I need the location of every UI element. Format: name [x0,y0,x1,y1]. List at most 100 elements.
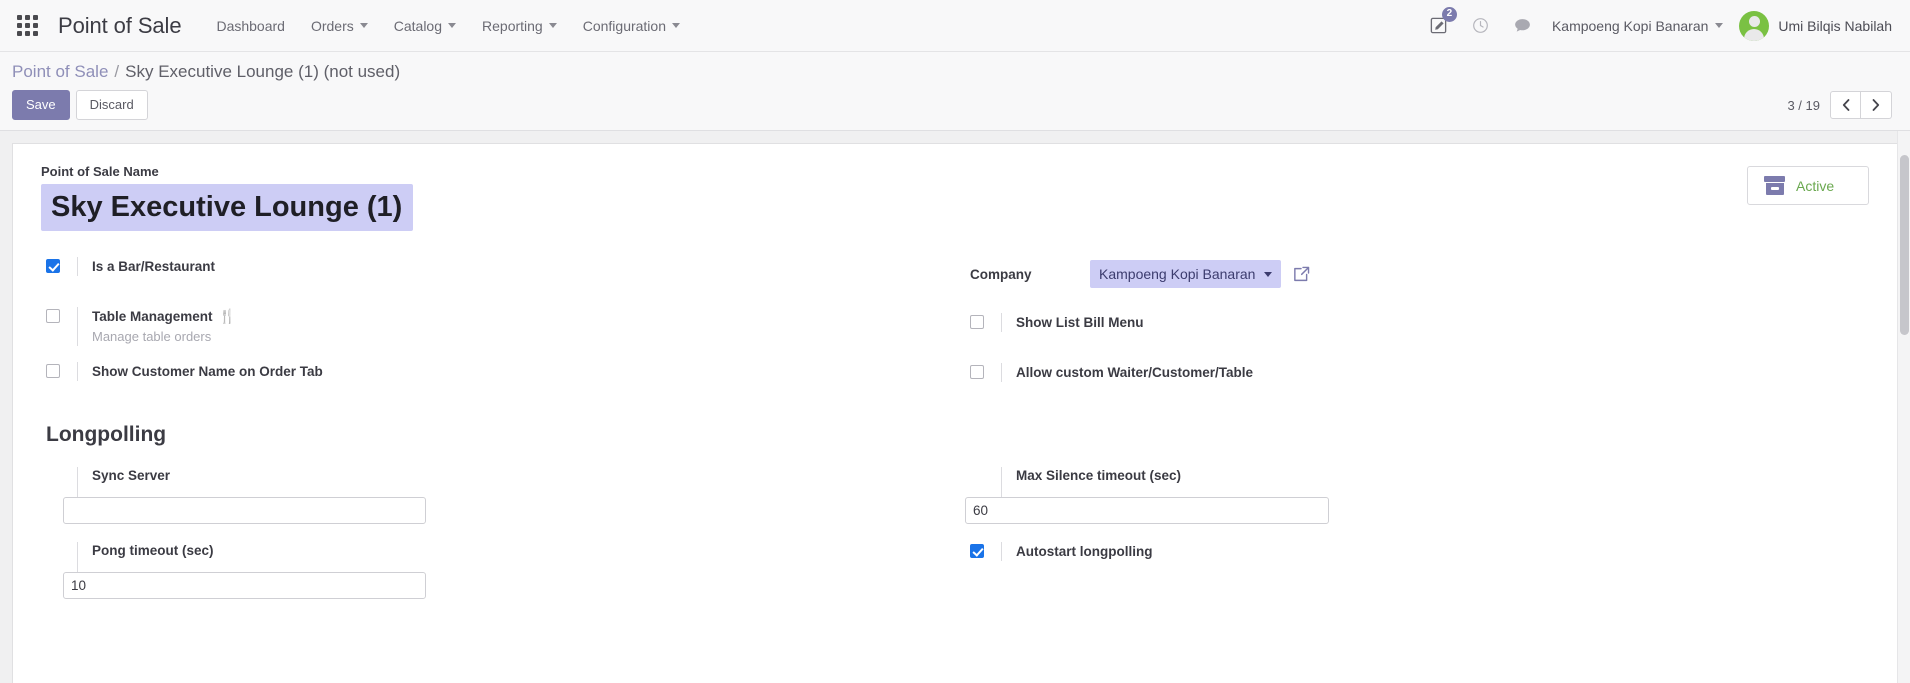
chat-bubble-icon [1515,18,1531,32]
activities-button[interactable]: 2 [1426,6,1457,39]
field-max-silence-timeout: Max Silence timeout (sec) [965,467,1869,524]
label-cell: Table Management 🍴 Manage table orders [77,307,915,346]
menu-item-label: Dashboard [216,17,285,34]
table-management-label: Table Management [92,309,213,324]
checkbox-cell [41,362,77,378]
label-cell: Show List Bill Menu [1001,313,1869,332]
menu-item-orders[interactable]: Orders [298,12,381,40]
save-button[interactable]: Save [12,90,70,120]
show-list-bill-menu-label: Show List Bill Menu [1016,315,1144,330]
company-dropdown[interactable]: Kampoeng Kopi Banaran [1090,260,1282,288]
menu-item-label: Reporting [482,17,543,34]
cutlery-icon: 🍴 [218,308,236,324]
table-management-label-row: Table Management 🍴 [92,307,915,326]
breadcrumb-separator: / [114,62,120,81]
checkbox-cell [965,363,1001,379]
field-pong-timeout: Pong timeout (sec) [41,542,915,599]
field-allow-custom-waiter: Allow custom Waiter/Customer/Table [965,363,1869,397]
messaging-button[interactable] [1510,13,1536,39]
pager-buttons [1830,91,1892,119]
app-brand-title[interactable]: Point of Sale [58,13,182,39]
pong-timeout-input[interactable] [63,572,426,599]
menu-item-label: Orders [310,17,354,34]
main-menu: Dashboard Orders Catalog Reporting Confi… [203,12,693,40]
label-cell: Sync Server [77,467,915,497]
form-content-area: Active Point of Sale Name Is a Bar/Resta… [0,131,1910,683]
label-cell: Is a Bar/Restaurant [77,257,915,276]
max-silence-timeout-label: Max Silence timeout (sec) [1016,468,1182,483]
label-cell: Show Customer Name on Order Tab [77,362,915,381]
show-customer-name-label: Show Customer Name on Order Tab [92,364,323,379]
is-bar-restaurant-label: Is a Bar/Restaurant [92,259,216,274]
menu-item-dashboard[interactable]: Dashboard [203,12,298,40]
allow-custom-waiter-checkbox[interactable] [970,365,984,379]
active-stat-label: Active [1796,177,1835,194]
record-pager: 3 / 19 [1787,91,1892,119]
menu-item-label: Catalog [393,17,443,34]
menu-item-label: Configuration [582,17,666,34]
checkbox-cell [965,542,1001,558]
pager-previous-button[interactable] [1830,91,1861,119]
breadcrumb: Point of Sale / Sky Executive Lounge (1)… [12,62,1892,82]
longpolling-section-heading: Longpolling [46,423,167,446]
user-menu-label: Umi Bilqis Nabilah [1778,17,1892,34]
autostart-longpolling-checkbox[interactable] [970,544,984,558]
is-bar-restaurant-checkbox[interactable] [46,259,60,273]
field-company: Company Kampoeng Kopi Banaran [965,257,1869,291]
chevron-down-icon [1264,271,1273,277]
table-management-help: Manage table orders [92,329,212,344]
checkbox-cell [41,307,77,323]
chevron-down-icon [548,23,557,28]
label-cell: Pong timeout (sec) [77,542,915,572]
company-value: Kampoeng Kopi Banaran [1099,266,1256,282]
top-navbar: Point of Sale Dashboard Orders Catalog R… [0,0,1910,52]
autostart-longpolling-label: Autostart longpolling [1016,544,1153,559]
form-columns: Is a Bar/Restaurant Table Management 🍴 M… [41,257,1869,413]
active-stat-button[interactable]: Active [1747,166,1869,205]
menu-item-configuration[interactable]: Configuration [570,12,693,40]
point-of-sale-name-input[interactable] [41,184,413,231]
user-menu[interactable]: Umi Bilqis Nabilah [1739,10,1892,41]
sync-server-input[interactable] [63,497,426,524]
field-show-list-bill-menu: Show List Bill Menu [965,313,1869,347]
chevron-down-icon [1715,23,1724,28]
chevron-down-icon [359,23,368,28]
label-cell: Max Silence timeout (sec) [1001,467,1869,497]
breadcrumb-root-link[interactable]: Point of Sale [12,62,108,82]
checkbox-cell [41,257,77,273]
show-list-bill-menu-checkbox[interactable] [970,315,984,329]
scrollbar-thumb[interactable] [1900,155,1909,335]
company-external-link-button[interactable] [1292,265,1311,284]
clock-button[interactable] [1468,13,1494,39]
form-column-right: Company Kampoeng Kopi Banaran Show List … [955,257,1869,413]
field-autostart-longpolling: Autostart longpolling [965,542,1869,576]
discard-button[interactable]: Discard [75,90,148,120]
point-of-sale-name-label: Point of Sale Name [41,164,159,179]
form-sheet: Active Point of Sale Name Is a Bar/Resta… [12,143,1898,683]
navbar-right-actions: 2 Kampoeng Kopi Banaran Umi Bilqis Nabil… [1426,6,1892,41]
control-panel: Point of Sale / Sky Executive Lounge (1)… [0,52,1910,131]
chevron-right-icon [1872,99,1880,111]
max-silence-timeout-input[interactable] [965,497,1329,524]
table-management-checkbox[interactable] [46,309,60,323]
longpolling-columns: Sync Server Pong timeout (sec) Max Silen… [41,467,1869,617]
breadcrumb-current: Sky Executive Lounge (1) (not used) [125,62,401,81]
archive-box-icon [1764,176,1785,195]
pager-counter: 3 / 19 [1787,97,1820,113]
show-customer-name-checkbox[interactable] [46,364,60,378]
point-of-sale-name-group: Point of Sale Name [41,164,1869,231]
vertical-scrollbar[interactable] [1897,131,1910,683]
company-switcher-label: Kampoeng Kopi Banaran [1551,17,1709,34]
company-label: Company [970,266,1032,282]
field-is-bar-restaurant: Is a Bar/Restaurant [41,257,915,291]
pager-next-button[interactable] [1861,91,1892,119]
chevron-down-icon [672,23,680,28]
apps-grid-icon[interactable] [10,9,44,43]
form-column-left: Is a Bar/Restaurant Table Management 🍴 M… [41,257,955,413]
company-switcher[interactable]: Kampoeng Kopi Banaran [1551,17,1724,34]
pong-timeout-label: Pong timeout (sec) [92,543,214,558]
longpolling-column-right: Max Silence timeout (sec) Autostart long… [955,467,1869,617]
menu-item-reporting[interactable]: Reporting [469,12,570,40]
field-table-management: Table Management 🍴 Manage table orders [41,307,915,346]
menu-item-catalog[interactable]: Catalog [381,12,469,40]
